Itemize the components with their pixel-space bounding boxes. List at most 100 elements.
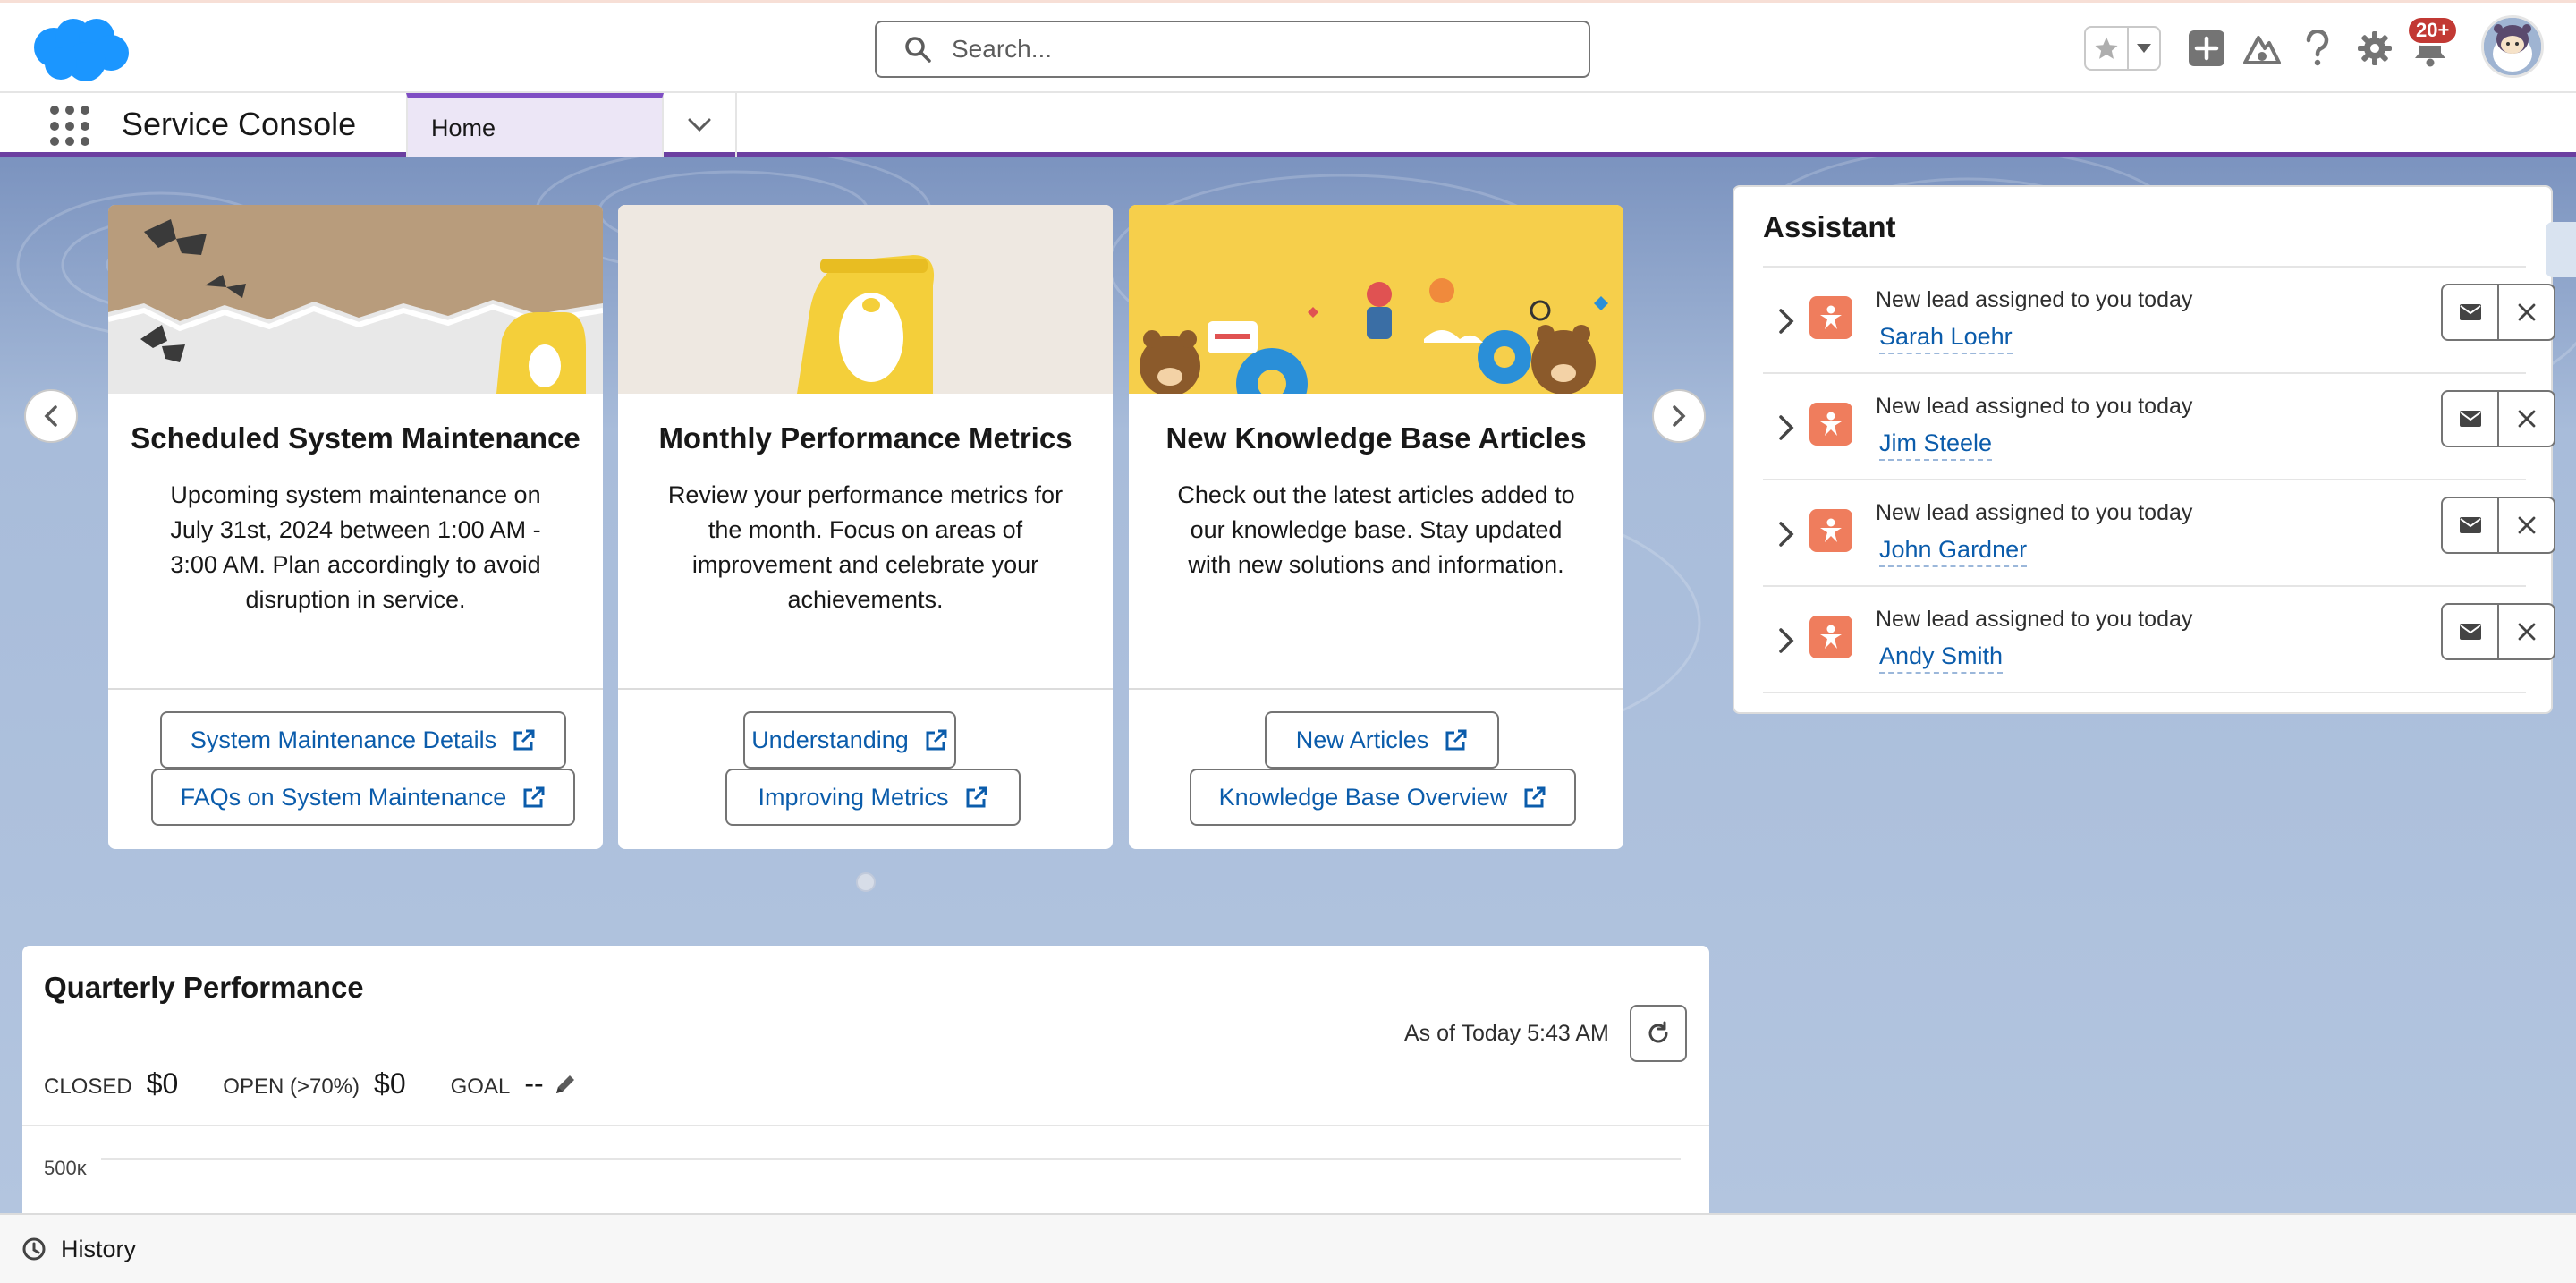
torn-paper-butterflies-illustration [108,205,603,394]
performance-stats: CLOSED $0 OPEN (>70%) $0 GOAL -- [44,1067,578,1100]
open-label: OPEN (>70%) [223,1075,360,1099]
favorites-list-button[interactable] [2129,28,2159,69]
lead-name-link[interactable]: Jim Steele [1879,429,1993,461]
global-actions-button[interactable] [2186,28,2227,69]
navigation-bar: Service Console Home [0,93,2576,157]
trailhead-icon [2243,36,2281,64]
waffle-dot [50,121,59,131]
understanding-link[interactable]: Understanding [743,711,956,769]
quarterly-performance-title: Quarterly Performance [44,971,364,1004]
help-button[interactable] [2297,28,2338,69]
card-actions: System Maintenance Details FAQs on Syste… [108,688,603,849]
external-link-icon [513,729,535,751]
carousel-next-button[interactable] [1652,389,1706,443]
waffle-dot [65,121,74,131]
lead-name-link[interactable]: John Gardner [1879,536,2028,567]
global-search[interactable] [875,21,1590,78]
lead-name-link[interactable]: Andy Smith [1879,642,2004,674]
clock-icon [22,1237,46,1261]
card-title: Monthly Performance Metrics [658,421,1072,455]
edit-goal-pencil-icon[interactable] [553,1072,578,1097]
assistant-item-actions [2441,497,2555,554]
dismiss-button[interactable] [2499,498,2554,552]
announcement-card: Monthly Performance Metrics Review your … [618,205,1113,849]
external-link-icon [523,786,545,808]
lead-icon [1809,616,1852,658]
bears-gears-illustration [1129,205,1623,394]
email-button[interactable] [2443,392,2499,446]
avatar[interactable] [2481,15,2544,78]
card-body: Review your performance metrics for the … [667,481,1063,613]
refresh-button[interactable] [1630,1005,1687,1062]
knowledge-base-overview-link[interactable]: Knowledge Base Overview [1190,769,1576,826]
caret-down-icon [2137,44,2151,53]
card-image-knowledge [1129,205,1623,394]
dismiss-button[interactable] [2499,285,2554,339]
card-actions: New Articles Knowledge Base Overview [1129,688,1623,849]
faqs-system-maintenance-link[interactable]: FAQs on System Maintenance [151,769,575,826]
card-title: Scheduled System Maintenance [131,421,580,455]
chevron-right-icon[interactable] [1774,516,1799,552]
chevron-down-icon [688,118,711,132]
list-item: New lead assigned to you today John Gard… [1763,480,2555,587]
trailhead-button[interactable] [2241,28,2283,69]
utility-bar: History [0,1213,2576,1283]
chart-gridline [101,1158,1681,1160]
astro-avatar-icon [2484,18,2541,75]
link-label: System Maintenance Details [190,726,497,753]
list-item: New lead assigned to you today Sarah Loe… [1763,268,2555,374]
favorites-group [2084,26,2161,71]
closed-value: $0 [146,1067,179,1100]
waffle-dot [80,121,89,131]
setup-button[interactable] [2354,28,2395,69]
dismiss-button[interactable] [2499,605,2554,658]
lead-icon [1809,296,1852,339]
new-articles-link[interactable]: New Articles [1265,711,1499,769]
list-item: New lead assigned to you today Andy Smit… [1763,587,2555,693]
history-button[interactable]: History [61,1236,136,1263]
notification-badge: 20+ [2406,15,2460,46]
salesforce-logo[interactable] [27,12,134,87]
lead-icon [1809,403,1852,446]
lead-name-link[interactable]: Sarah Loehr [1879,323,2012,354]
email-button[interactable] [2443,498,2499,552]
external-link-icon [1445,729,1467,751]
divider [22,1125,1709,1126]
chevron-right-icon[interactable] [1774,303,1799,339]
email-button[interactable] [2443,285,2499,339]
card-title: New Knowledge Base Articles [1165,421,1587,455]
help-icon [2306,30,2329,66]
external-link-icon [926,729,947,751]
chevron-right-icon[interactable] [1774,623,1799,658]
search-icon [905,37,931,63]
announcement-card: New Knowledge Base Articles Check out th… [1129,205,1623,849]
tab-home[interactable]: Home [406,93,664,157]
app-name: Service Console [122,106,357,142]
navigation-menu-button[interactable] [664,93,737,157]
link-label: Improving Metrics [758,783,949,811]
waffle-dot [65,106,74,115]
waffle-dot [80,137,89,147]
app-launcher-button[interactable] [50,106,91,147]
dismiss-button[interactable] [2499,392,2554,446]
waffle-dot [80,106,89,115]
improving-metrics-link[interactable]: Improving Metrics [725,769,1021,826]
star-icon [2095,37,2118,59]
waffle-dot [65,137,74,147]
favorites-button[interactable] [2086,28,2129,69]
system-maintenance-details-link[interactable]: System Maintenance Details [160,711,566,769]
card-body: Check out the latest articles added to o… [1177,481,1575,578]
chevron-right-icon[interactable] [1774,410,1799,446]
utility-panel-toggle[interactable] [2546,222,2576,277]
email-button[interactable] [2443,605,2499,658]
yellow-bag-illustration [618,205,1113,394]
search-input[interactable] [952,35,1560,64]
carousel-previous-button[interactable] [24,389,78,443]
assistant-item-text: New lead assigned to you today [1876,500,2193,525]
assistant-list: New lead assigned to you today Sarah Loe… [1763,266,2555,693]
external-link-icon [1524,786,1546,808]
carousel-page-indicator[interactable] [856,872,876,892]
lead-icon [1809,509,1852,552]
close-icon [2518,516,2535,534]
card-body: Upcoming system maintenance on July 31st… [170,481,541,613]
